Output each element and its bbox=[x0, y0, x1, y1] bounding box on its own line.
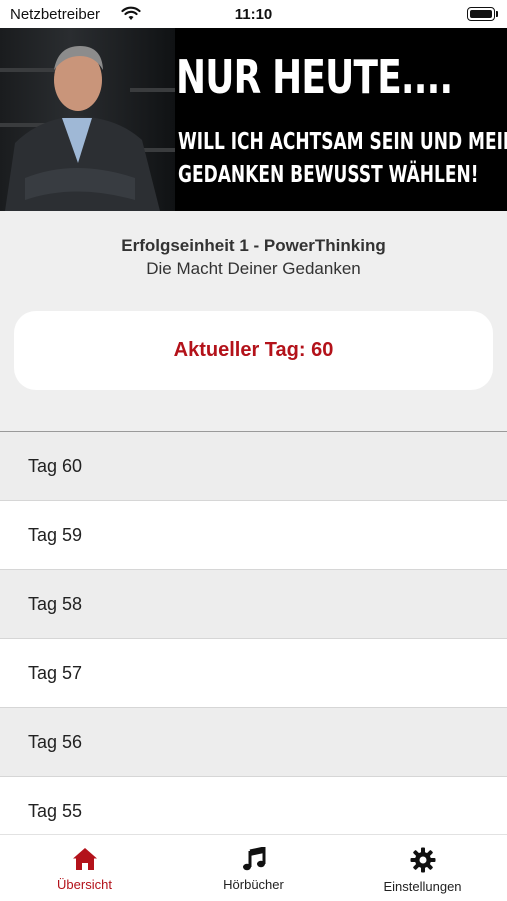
tab-audiobooks[interactable]: Hörbücher bbox=[169, 835, 338, 901]
list-item-label: Tag 55 bbox=[28, 800, 83, 821]
list-item[interactable]: Tag 56 bbox=[0, 708, 507, 777]
banner-text-line-1: WILL ICH ACHTSAM SEIN UND MEINE bbox=[178, 129, 507, 155]
current-day-button[interactable]: Aktueller Tag: 60 bbox=[14, 311, 493, 390]
list-item-label: Tag 59 bbox=[28, 524, 83, 545]
gear-icon bbox=[410, 847, 435, 873]
banner-headline: NUR HEUTE.... bbox=[176, 50, 453, 104]
list-item[interactable]: Tag 57 bbox=[0, 639, 507, 708]
unit-subtitle: Die Macht Deiner Gedanken bbox=[146, 259, 361, 278]
tab-overview[interactable]: Übersicht bbox=[0, 835, 169, 901]
list-item-label: Tag 60 bbox=[28, 455, 83, 476]
list-item[interactable]: Tag 59 bbox=[0, 501, 507, 570]
music-note-icon bbox=[242, 847, 265, 871]
tab-label: Einstellungen bbox=[383, 879, 462, 894]
list-item[interactable]: Tag 60 bbox=[0, 432, 507, 501]
list-item[interactable]: Tag 58 bbox=[0, 570, 507, 639]
list-item-label: Tag 58 bbox=[28, 593, 83, 614]
portrait-figure bbox=[5, 46, 160, 211]
status-bar: Netzbetreiber 11:10 bbox=[0, 0, 507, 28]
banner-photo bbox=[0, 28, 175, 211]
list-item-label: Tag 56 bbox=[28, 731, 83, 752]
current-day-label: Aktueller Tag: 60 bbox=[173, 339, 334, 361]
tab-label: Hörbücher bbox=[223, 877, 284, 892]
unit-title: Erfolgseinheit 1 - PowerThinking bbox=[121, 236, 386, 255]
list-item-label: Tag 57 bbox=[28, 662, 83, 683]
home-icon bbox=[72, 848, 97, 870]
promo-banner: NUR HEUTE.... WILL ICH ACHTSAM SEIN UND … bbox=[0, 28, 507, 211]
unit-header: Erfolgseinheit 1 - PowerThinking Die Mac… bbox=[0, 236, 507, 279]
tab-settings[interactable]: Einstellungen bbox=[338, 835, 507, 901]
battery-icon bbox=[467, 7, 498, 21]
tab-bar: Übersicht Hörbücher Einstellungen bbox=[0, 834, 507, 901]
tab-label: Übersicht bbox=[57, 877, 112, 892]
clock: 11:10 bbox=[234, 6, 273, 23]
banner-text-line-2: GEDANKEN BEWUSST WÄHLEN! bbox=[178, 162, 479, 188]
day-list: Tag 60 Tag 59 Tag 58 Tag 57 Tag 56 Tag 5… bbox=[0, 431, 507, 846]
